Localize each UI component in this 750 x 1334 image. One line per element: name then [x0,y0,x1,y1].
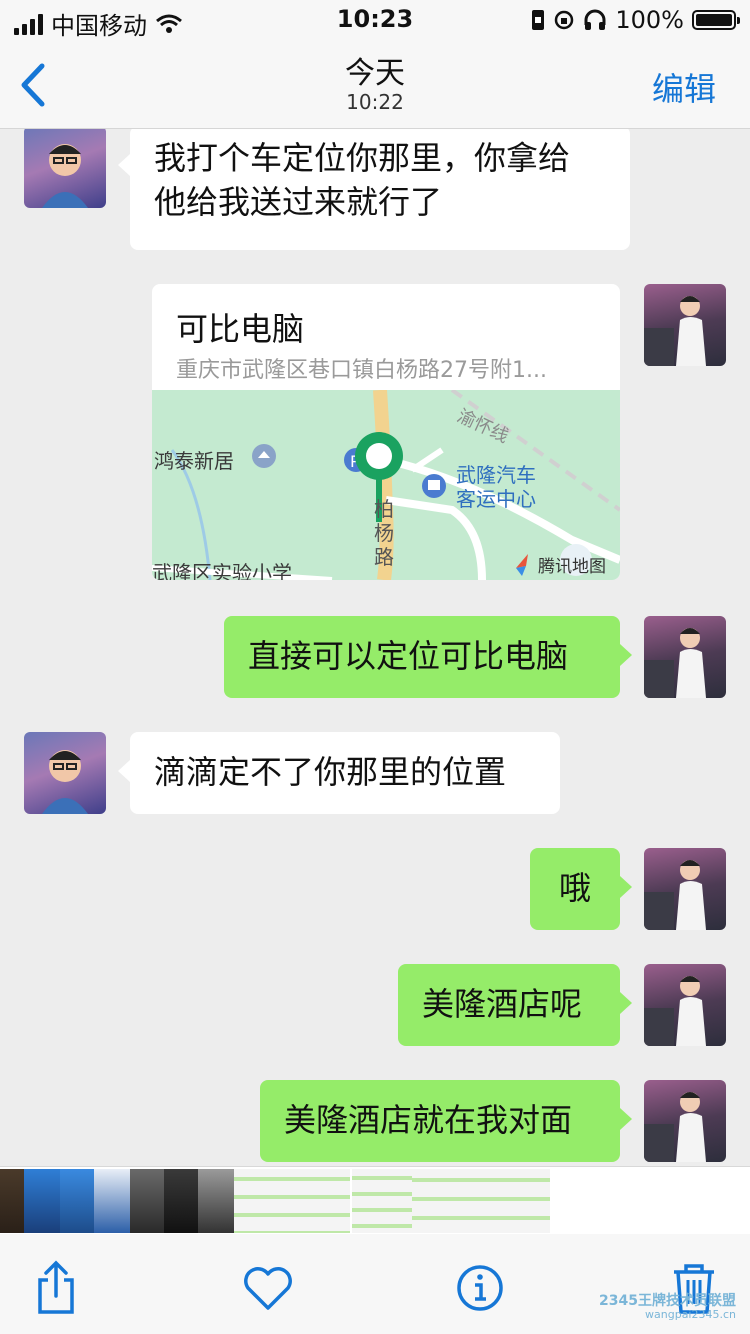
info-icon[interactable] [452,1260,508,1316]
bottom-toolbar: 2345王牌技术员联盟 wangpai2345.cn [0,1234,750,1334]
thumbnail[interactable] [412,1169,550,1233]
my-avatar[interactable] [644,964,726,1046]
headphones-icon [584,9,606,30]
message-text: 他给我送过来就行了 [154,183,443,221]
message-bubble-outgoing[interactable]: 美隆酒店就在我对面 [260,1080,632,1162]
message-text: 哦 [558,869,591,907]
thumbnail[interactable] [130,1169,164,1233]
message-text: 美隆酒店呢 [422,985,583,1023]
watermark-line: 2345王牌技术员联盟 [599,1293,736,1309]
location-map: P 渝怀线 鸿泰新居 武隆汽车 客运中心 柏 杨 路 武隆区实验小学 腾讯地图 [152,390,620,580]
navigation-bar: 中国移动 10:23 100% 今天 10:22 编辑 [0,0,750,129]
nav-title: 今天 [345,56,405,91]
edit-button[interactable]: 编辑 [652,64,716,110]
thumbnail[interactable] [352,1169,412,1233]
map-label: 鸿泰新居 [154,449,234,473]
map-label: 武隆区实验小学 [152,561,292,580]
my-avatar[interactable] [644,1080,726,1162]
battery-icon [692,10,740,30]
location-card-body: 可比电脑 重庆市武隆区巷口镇白杨路27号附1... P 渝怀线 鸿泰新居 武隆汽… [152,284,620,580]
message-bubble-incoming[interactable]: 我打个车定位你那里，你拿给 他给我送过来就行了 [118,126,630,250]
my-avatar[interactable] [644,616,726,698]
watermark: 2345王牌技术员联盟 wangpai2345.cn [599,1294,736,1322]
message-text: 我打个车定位你那里，你拿给 [154,139,571,177]
watermark-line: wangpai2345.cn [645,1308,736,1321]
message-bubble-incoming[interactable]: 滴滴定不了你那里的位置 [118,732,560,814]
location-title: 可比电脑 [176,310,305,348]
message-text: 美隆酒店就在我对面 [284,1101,573,1139]
thumbnail[interactable] [198,1169,234,1233]
rotation-lock-icon [555,10,574,30]
map-label: 路 [374,545,394,569]
nav-subtitle-time: 10:22 [346,90,404,114]
message-text: 直接可以定位可比电脑 [248,637,569,675]
contact-avatar[interactable] [24,732,106,814]
battery-percent: 100% [615,6,684,34]
contact-avatar[interactable] [24,126,106,208]
map-brand-label: 腾讯地图 [538,557,606,577]
my-avatar[interactable] [644,284,726,366]
map-label: 杨 [374,521,394,545]
location-card[interactable]: 可比电脑 重庆市武隆区巷口镇白杨路27号附1... P 渝怀线 鸿泰新居 武隆汽… [152,284,620,580]
portrait-lock-icon [532,10,545,30]
thumbnail[interactable] [234,1169,350,1233]
photo-filmstrip[interactable] [0,1166,750,1235]
thumbnail[interactable] [60,1169,94,1233]
status-bar: 中国移动 10:23 100% [0,0,750,40]
heart-icon[interactable] [240,1260,296,1316]
message-bubble-outgoing[interactable]: 直接可以定位可比电脑 [224,616,632,698]
map-label: 武隆汽车 [456,463,536,487]
map-label: 客运中心 [456,487,536,511]
message-text: 滴滴定不了你那里的位置 [154,753,507,791]
status-right-group: 100% [531,6,740,34]
location-address: 重庆市武隆区巷口镇白杨路27号附1... [176,358,547,383]
thumbnail[interactable] [164,1169,198,1233]
share-icon[interactable] [28,1260,84,1316]
map-label: 柏 [374,497,394,521]
message-bubble-outgoing[interactable]: 美隆酒店呢 [398,964,632,1046]
thumbnail[interactable] [94,1169,130,1233]
message-bubble-outgoing[interactable]: 哦 [530,848,632,930]
thumbnail[interactable] [24,1169,60,1233]
my-avatar[interactable] [644,848,726,930]
